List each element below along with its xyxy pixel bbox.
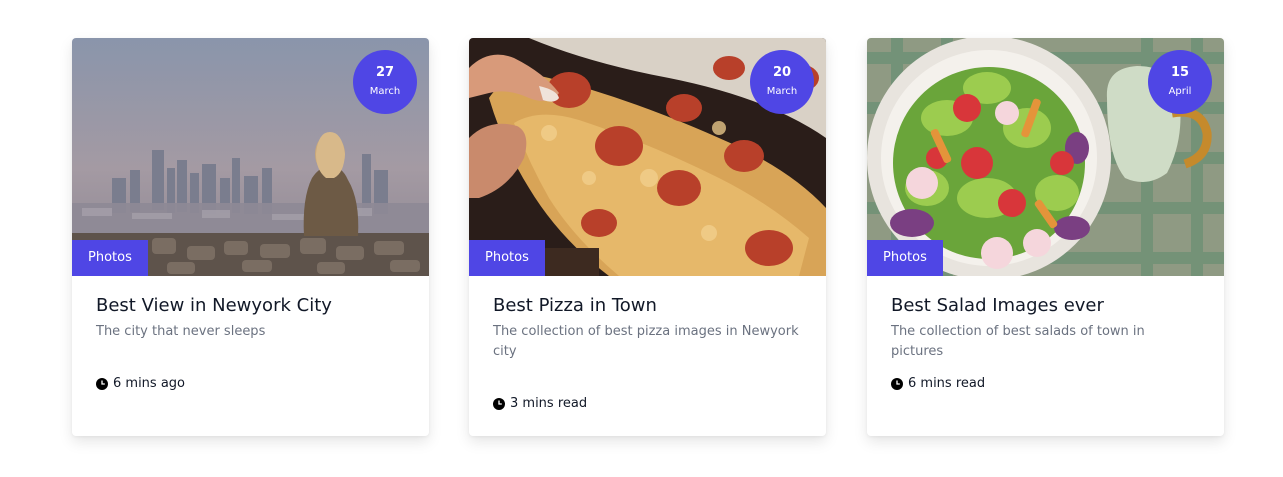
clock-icon — [891, 377, 903, 390]
blog-card-newyork[interactable]: 27 March Photos Best View in Newyork Cit… — [72, 38, 429, 436]
date-day: 27 — [375, 65, 395, 80]
meta-text: 6 mins ago — [113, 376, 185, 391]
card-title[interactable]: Best Salad Images ever — [891, 294, 1200, 318]
card-title[interactable]: Best Pizza in Town — [493, 294, 802, 318]
card-body: Best View in Newyork City The city that … — [96, 294, 405, 342]
card-description: The city that never sleeps — [96, 324, 266, 339]
meta-text: 6 mins read — [908, 376, 986, 391]
date-month: April — [1168, 86, 1192, 97]
card-meta: 6 mins ago — [96, 376, 185, 391]
card-description: The collection of best pizza images in N… — [493, 324, 799, 359]
clock-icon — [493, 397, 505, 410]
card-meta: 3 mins read — [493, 396, 587, 411]
card-meta: 6 mins read — [891, 376, 985, 391]
date-badge: 15 April — [1148, 50, 1212, 114]
card-body: Best Pizza in Town The collection of bes… — [493, 294, 802, 362]
category-tag[interactable]: Photos — [72, 240, 148, 276]
card-body: Best Salad Images ever The collection of… — [891, 294, 1200, 362]
date-month: March — [369, 86, 401, 97]
category-tag[interactable]: Photos — [867, 240, 943, 276]
card-image-salad[interactable]: 15 April Photos — [867, 38, 1224, 276]
card-title[interactable]: Best View in Newyork City — [96, 294, 405, 318]
card-image-pizza[interactable]: 20 March Photos — [469, 38, 826, 276]
meta-text: 3 mins read — [510, 396, 588, 411]
blog-card-pizza[interactable]: 20 March Photos Best Pizza in Town The c… — [469, 38, 826, 436]
card-description: The collection of best salads of town in… — [891, 324, 1145, 359]
category-tag[interactable]: Photos — [469, 240, 545, 276]
card-image-city-view[interactable]: 27 March Photos — [72, 38, 429, 276]
date-day: 20 — [772, 65, 792, 80]
date-day: 15 — [1170, 65, 1190, 80]
date-badge: 27 March — [353, 50, 417, 114]
blog-card-salad[interactable]: 15 April Photos Best Salad Images ever T… — [867, 38, 1224, 436]
clock-icon — [96, 377, 108, 390]
date-badge: 20 March — [750, 50, 814, 114]
date-month: March — [766, 86, 798, 97]
